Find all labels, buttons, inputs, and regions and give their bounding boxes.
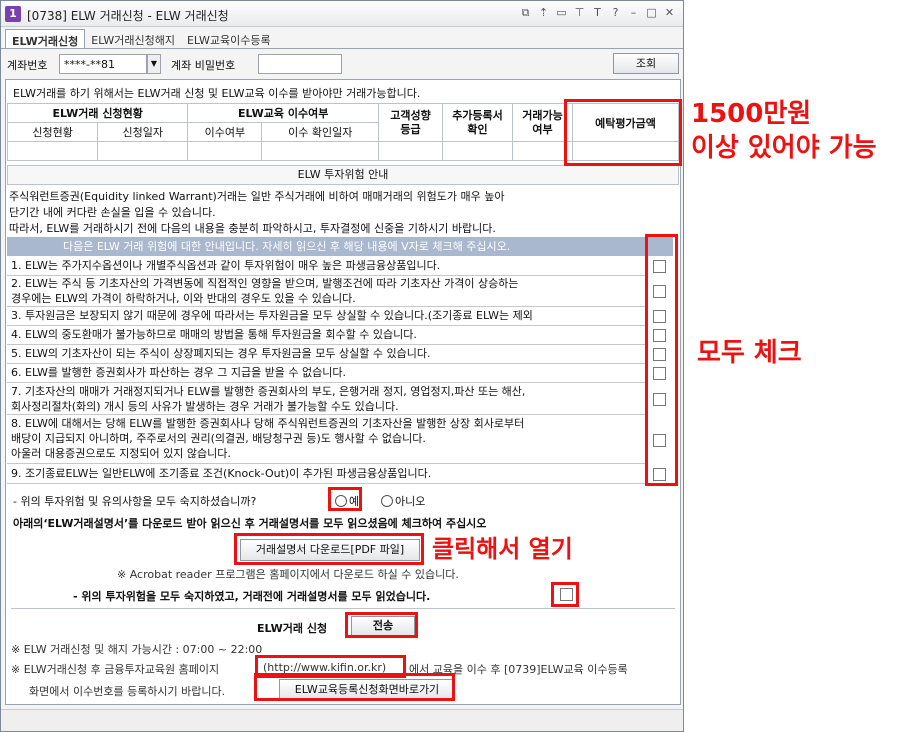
chevron-down-icon[interactable]: ▼	[147, 54, 161, 74]
title-bar: 1 [0738] ELW 거래신청 - ELW 거래신청 ⧉ ⇡ ▭ ⊤ T? – □ ✕	[1, 1, 683, 27]
risk-intro: 주식워런트증권(Equidity linked Warrant)거래는 일반 주…	[9, 189, 504, 237]
status-bar	[1, 709, 683, 731]
header-apply-group: ELW거래 신청현황	[6, 103, 189, 123]
cell-extra-reg	[442, 141, 513, 161]
highlight-download-button	[234, 533, 424, 565]
minimize-to-tray-icon[interactable]: ▭	[554, 5, 569, 21]
risk-item: 8. ELW에 대해서는 당해 ELW를 발행한 증권회사나 당해 주식워런트증…	[7, 416, 647, 464]
risk-section-title: ELW 투자위험 안내	[7, 165, 679, 185]
window-title: [0738] ELW 거래신청 - ELW 거래신청	[27, 9, 229, 23]
tack-icon[interactable]: ⊤	[572, 5, 587, 21]
hours-note: ※ ELW 거래신청 및 해지 가능시간 : 07:00 ~ 22:00	[11, 643, 263, 656]
highlight-manual-checkbox	[551, 582, 579, 607]
highlight-yes-radio	[328, 487, 362, 511]
font-size-icon[interactable]: T	[590, 5, 605, 21]
tab-strip: ELW거래신청 ELW거래신청해지 ELW교육이수등록	[5, 29, 277, 49]
tab-elw-apply[interactable]: ELW거래신청	[5, 29, 86, 49]
risk-item: 6. ELW를 발행한 증권회사가 파산하는 경우 그 지급을 받을 수 없습니…	[7, 365, 647, 383]
query-button[interactable]: 조회	[613, 53, 679, 74]
acrobat-note: ※ Acrobat reader 프로그램은 홈페이지에서 다운로드 하실 수 …	[117, 568, 459, 581]
acknowledge-question: - 위의 투자위험 및 유의사항을 모두 숙지하셨습니까?	[13, 495, 257, 508]
tab-divider	[1, 48, 683, 49]
header-risk-grade: 고객성향 등급	[378, 103, 443, 142]
account-number-label: 계좌번호	[7, 59, 48, 72]
risk-item: 7. 기초자산의 매매가 거래정지되거나 ELW를 발행한 증권회사의 부도, …	[7, 384, 647, 415]
edu-note-prefix: ※ ELW거래신청 후 금융투자교육원 홈페이지	[11, 663, 220, 676]
header-apply-status: 신청현황	[6, 122, 99, 142]
account-row: 계좌번호 ****-**81 ▼ 계좌 비밀번호 조회	[1, 52, 683, 76]
tab-elw-education[interactable]: ELW교육이수등록	[181, 29, 277, 49]
header-apply-date: 신청일자	[97, 122, 189, 142]
header-edu-status: 이수여부	[187, 122, 263, 142]
risk-intro-line: 따라서, ELW를 거래하시기 전에 다음의 내용을 충분히 파악하시고, 투자…	[9, 222, 496, 235]
risk-item: 1. ELW는 주가지수옵션이나 개별주식옵션과 같이 투자위험이 매우 높은 …	[7, 258, 647, 276]
radio-no-label[interactable]: 아니오	[395, 493, 425, 509]
cell-apply-status	[6, 141, 99, 161]
annotation-deposit-line1: 1500만원	[691, 99, 812, 129]
risk-item: 4. ELW의 중도환매가 불가능하므로 매매의 방법을 통해 투자원금을 회수…	[7, 327, 647, 345]
annotation-click-open: 클릭해서 열기	[432, 535, 573, 563]
risk-item: 2. ELW는 주식 등 기초자산의 가격변동에 직접적인 영향을 받으며, 발…	[7, 276, 647, 307]
tab-elw-cancel[interactable]: ELW거래신청해지	[85, 29, 181, 49]
password-input[interactable]	[258, 54, 342, 74]
risk-item: 3. 투자원금은 보장되지 않기 때문에 경우에 따라서는 투자원금을 모두 상…	[7, 308, 647, 326]
radio-no[interactable]	[381, 495, 393, 507]
cell-edu-status	[187, 141, 263, 161]
annotation-check-all: 모두 체크	[697, 338, 802, 368]
cell-apply-date	[97, 141, 189, 161]
highlight-submit-button	[345, 612, 418, 638]
requirement-text: ELW거래를 하기 위해서는 ELW거래 신청 및 ELW교육 이수를 받아야만…	[13, 87, 421, 100]
annotation-deposit-line2: 이상 있어야 가능	[691, 133, 877, 163]
highlight-checkbox-column	[645, 234, 678, 486]
header-edu-confirm-date: 이수 확인일자	[261, 122, 379, 142]
highlight-edu-shortcut	[254, 673, 455, 701]
divider	[11, 608, 675, 609]
cell-risk-grade	[378, 141, 443, 161]
risk-item: 9. 조기종료ELW는 일반ELW에 조기종료 조건(Knock-Out)이 추…	[7, 466, 647, 484]
risk-item: 5. ELW의 기초자산이 되는 주식이 상장폐지되는 경우 투자원금을 모두 …	[7, 346, 647, 364]
close-icon[interactable]: ✕	[662, 5, 677, 21]
maximize-icon[interactable]: □	[644, 5, 659, 21]
account-number-select[interactable]: ****-**81	[59, 54, 147, 74]
submit-label: ELW거래 신청	[257, 622, 328, 635]
pin-icon[interactable]: ⇡	[536, 5, 551, 21]
download-instruction: 아래의‘ELW거래설명서’를 다운로드 받아 읽으신 후 거래설명서를 모두 읽…	[13, 517, 487, 530]
minimize-icon[interactable]: –	[626, 5, 641, 21]
risk-intro-line: 주식워런트증권(Equidity linked Warrant)거래는 일반 주…	[9, 190, 505, 203]
cell-edu-confirm-date	[261, 141, 379, 161]
edu-note-line2: 화면에서 이수번호를 등록하시기 바랍니다.	[29, 685, 226, 698]
risk-list-header: 다음은 ELW 거래 위험에 대한 안내입니다. 자세히 읽으신 후 해당 내용…	[7, 237, 673, 256]
header-extra-reg: 추가등록서 확인	[442, 103, 513, 142]
header-edu-group: ELW교육 이수여부	[187, 103, 379, 123]
app-icon: 1	[5, 6, 21, 22]
password-label: 계좌 비밀번호	[171, 59, 236, 72]
highlight-deposit-box	[564, 99, 682, 166]
risk-intro-line: 단기간 내에 커다란 손실을 입을 수 있습니다.	[9, 206, 216, 219]
restore-icon[interactable]: ⧉	[518, 5, 533, 21]
help-icon[interactable]: ?	[608, 5, 623, 21]
title-bar-controls: ⧉ ⇡ ▭ ⊤ T? – □ ✕	[518, 5, 677, 21]
manual-confirm-text: - 위의 투자위험을 모두 숙지하였고, 거래전에 거래설명서를 모두 읽었습니…	[73, 590, 431, 603]
